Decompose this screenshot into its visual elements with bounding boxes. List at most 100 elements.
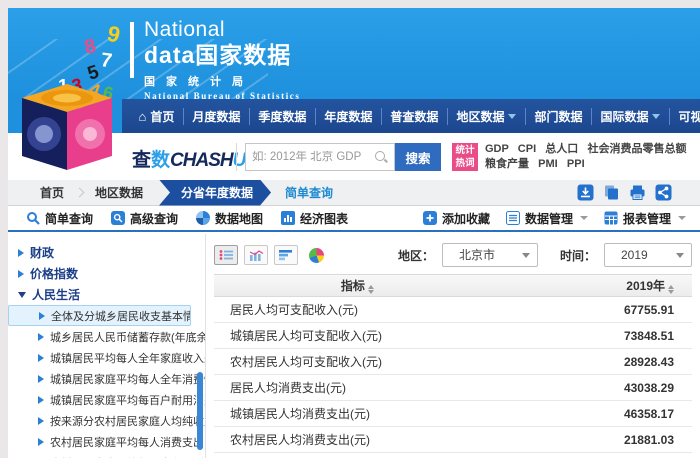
value-cell: 67755.91 xyxy=(501,303,692,317)
list-view-button[interactable] xyxy=(214,245,238,265)
sidebar-item-rural-consumption[interactable]: 农村居民家庭平均每人消费支出 xyxy=(8,431,205,452)
table-row[interactable]: 城镇居民人均消费支出(元) 46358.17 xyxy=(214,401,692,427)
search-button[interactable]: 搜索 xyxy=(395,143,441,171)
table-row[interactable]: 农村居民人均消费支出(元) 21881.03 xyxy=(214,427,692,453)
sidebar-item-urban-income-source[interactable]: 城镇居民平均每人全年家庭收入来源 xyxy=(8,347,205,368)
collapsed-arrow-icon xyxy=(39,312,45,320)
add-favorite-button[interactable]: 添加收藏 xyxy=(423,210,490,227)
bar-chart-view-button[interactable] xyxy=(244,245,268,265)
breadcrumb: 首页 地区数据 分省年度数据 简单查询 xyxy=(8,180,700,206)
report-manage-menu[interactable]: 报表管理 xyxy=(604,210,686,227)
nav-item-census[interactable]: 普查数据 xyxy=(381,108,447,125)
hbar-view-button[interactable] xyxy=(274,245,298,265)
collapsed-arrow-icon xyxy=(38,375,44,383)
nav-item-quarterly[interactable]: 季度数据 xyxy=(249,108,315,125)
nav-item-monthly[interactable]: 月度数据 xyxy=(183,108,249,125)
vertical-divider xyxy=(236,143,237,171)
sidebar-item-finance[interactable]: 财政 xyxy=(8,242,205,263)
sidebar-item-people-livelihood[interactable]: 人民生活 xyxy=(8,284,205,305)
brand-title-cn: data国家数据 xyxy=(144,42,301,68)
chevron-down-icon xyxy=(678,216,686,220)
indicator-cell: 城镇居民人均可支配收入(元) xyxy=(214,327,501,344)
advanced-query-tab[interactable]: 高级查询 xyxy=(111,210,178,227)
table-row[interactable]: 农村居民人均可支配收入(元) 28928.43 xyxy=(214,349,692,375)
collapsed-arrow-icon xyxy=(38,438,44,446)
indicator-cell: 农村居民人均可支配收入(元) xyxy=(214,353,501,370)
table-manage-icon xyxy=(604,211,618,225)
breadcrumb-simple-query[interactable]: 简单查询 xyxy=(271,184,347,201)
search-icon[interactable] xyxy=(374,150,388,164)
time-dropdown[interactable]: 2019 xyxy=(604,243,692,267)
query-toolbar: 简单查询 高级查询 数据地图 xyxy=(8,206,700,232)
table-header-year[interactable]: 2019年 xyxy=(501,277,692,294)
chevron-down-icon xyxy=(522,253,530,258)
brand-title-en: National xyxy=(144,18,301,42)
chevron-down-icon xyxy=(676,253,684,258)
hot-words-line2[interactable]: 粮食产量 PMI PPI xyxy=(485,158,585,170)
hbar-view-icon xyxy=(279,249,294,261)
expanded-arrow-icon xyxy=(18,292,26,298)
breadcrumb-home[interactable]: 首页 xyxy=(30,184,74,201)
region-dropdown[interactable]: 北京市 xyxy=(442,243,538,267)
region-label: 地区： xyxy=(398,247,434,264)
indicator-cell: 农村居民人均消费支出(元) xyxy=(214,431,501,448)
sidebar-scrollbar-thumb[interactable] xyxy=(197,372,203,450)
hot-words-links[interactable]: GDP CPI 总人口 社会消费品零售总额粮食产量 PMI PPI xyxy=(485,142,686,172)
chevron-down-icon xyxy=(508,114,516,119)
breadcrumb-regional-data[interactable]: 地区数据 xyxy=(85,184,153,201)
cube-digit: 8 xyxy=(82,35,97,59)
collapsed-arrow-icon xyxy=(38,396,44,404)
hot-words-line1[interactable]: GDP CPI 总人口 社会消费品零售总额 xyxy=(485,143,686,155)
chevron-down-icon xyxy=(580,216,588,220)
table-header-indicator[interactable]: 指标 xyxy=(214,277,501,294)
chashu-logo-cha: 查 xyxy=(132,150,151,171)
search-input[interactable] xyxy=(246,151,374,163)
pie-view-icon xyxy=(309,248,324,263)
nav-item-home[interactable]: ⌂首页 xyxy=(130,108,183,125)
nav-item-annual[interactable]: 年度数据 xyxy=(315,108,381,125)
data-manage-menu[interactable]: 数据管理 xyxy=(506,210,588,227)
time-label: 时间： xyxy=(560,247,596,264)
sidebar-item-urban-durable-goods[interactable]: 城镇居民家庭平均每百户耐用消费品拥有 xyxy=(8,389,205,410)
value-cell: 28928.43 xyxy=(501,355,692,369)
nav-item-department[interactable]: 部门数据 xyxy=(525,108,591,125)
region-dropdown-value: 北京市 xyxy=(459,248,495,262)
data-map-tab[interactable]: 数据地图 xyxy=(196,210,263,227)
search-box xyxy=(245,143,395,171)
value-cell: 46358.17 xyxy=(501,407,692,421)
plus-icon xyxy=(423,211,437,225)
indicator-tree-sidebar: 财政 价格指数 人民生活 全体及分城乡居民收支基本情况(新口径) 城乡居民人民币… xyxy=(8,234,206,458)
sidebar-item-price-index[interactable]: 价格指数 xyxy=(8,263,205,284)
economic-charts-tab[interactable]: 经济图表 xyxy=(281,210,348,227)
nav-item-visualization[interactable]: 可视化产品 xyxy=(669,108,700,125)
sidebar-item-rural-durable-goods[interactable]: 农村居民家庭平均每百户主要耐用消费品 xyxy=(8,452,205,458)
table-row[interactable]: 居民人均消费支出(元) 43038.29 xyxy=(214,375,692,401)
simple-query-tab[interactable]: 简单查询 xyxy=(26,210,93,227)
print-icon[interactable] xyxy=(629,184,646,201)
sort-icon xyxy=(368,285,374,294)
hot-badge-line1: 统计 xyxy=(452,144,478,157)
share-icon[interactable] xyxy=(655,184,672,201)
download-icon[interactable] xyxy=(577,184,594,201)
chart-icon xyxy=(281,211,295,225)
sidebar-item-rural-net-income-by-source[interactable]: 按来源分农村居民家庭人均纯收入 xyxy=(8,410,205,431)
breadcrumb-active-provincial-annual[interactable]: 分省年度数据 xyxy=(159,180,271,206)
brand-subtitle-cn: 国家统计局 xyxy=(144,73,301,89)
chashu-logo-en: CHASH xyxy=(170,150,233,171)
value-cell: 73848.51 xyxy=(501,329,692,343)
nav-item-regional[interactable]: 地区数据 xyxy=(447,108,525,125)
copy-icon[interactable] xyxy=(603,184,620,201)
table-row[interactable]: 居民人均可支配收入(元) 67755.91 xyxy=(214,297,692,323)
sidebar-item-income-expenditure-basic[interactable]: 全体及分城乡居民收支基本情况(新口径) xyxy=(8,305,191,326)
indicator-cell: 居民人均消费支出(元) xyxy=(214,379,501,396)
collapsed-arrow-icon xyxy=(38,333,44,341)
pie-view-button[interactable] xyxy=(304,245,328,265)
sidebar-item-urban-consumption[interactable]: 城镇居民家庭平均每人全年消费性支出 xyxy=(8,368,205,389)
sidebar-item-savings-deposit[interactable]: 城乡居民人民币储蓄存款(年底余额) xyxy=(8,326,205,347)
sort-icon xyxy=(668,285,674,294)
table-row[interactable]: 城镇居民人均可支配收入(元) 73848.51 xyxy=(214,323,692,349)
chashu-logo-shu: 数 xyxy=(151,150,170,171)
chashu-logo: 查数CHASHU xyxy=(132,145,246,172)
nav-item-international[interactable]: 国际数据 xyxy=(591,108,669,125)
site-container: National data国家数据 国家统计局 National Bureau … xyxy=(8,8,700,458)
